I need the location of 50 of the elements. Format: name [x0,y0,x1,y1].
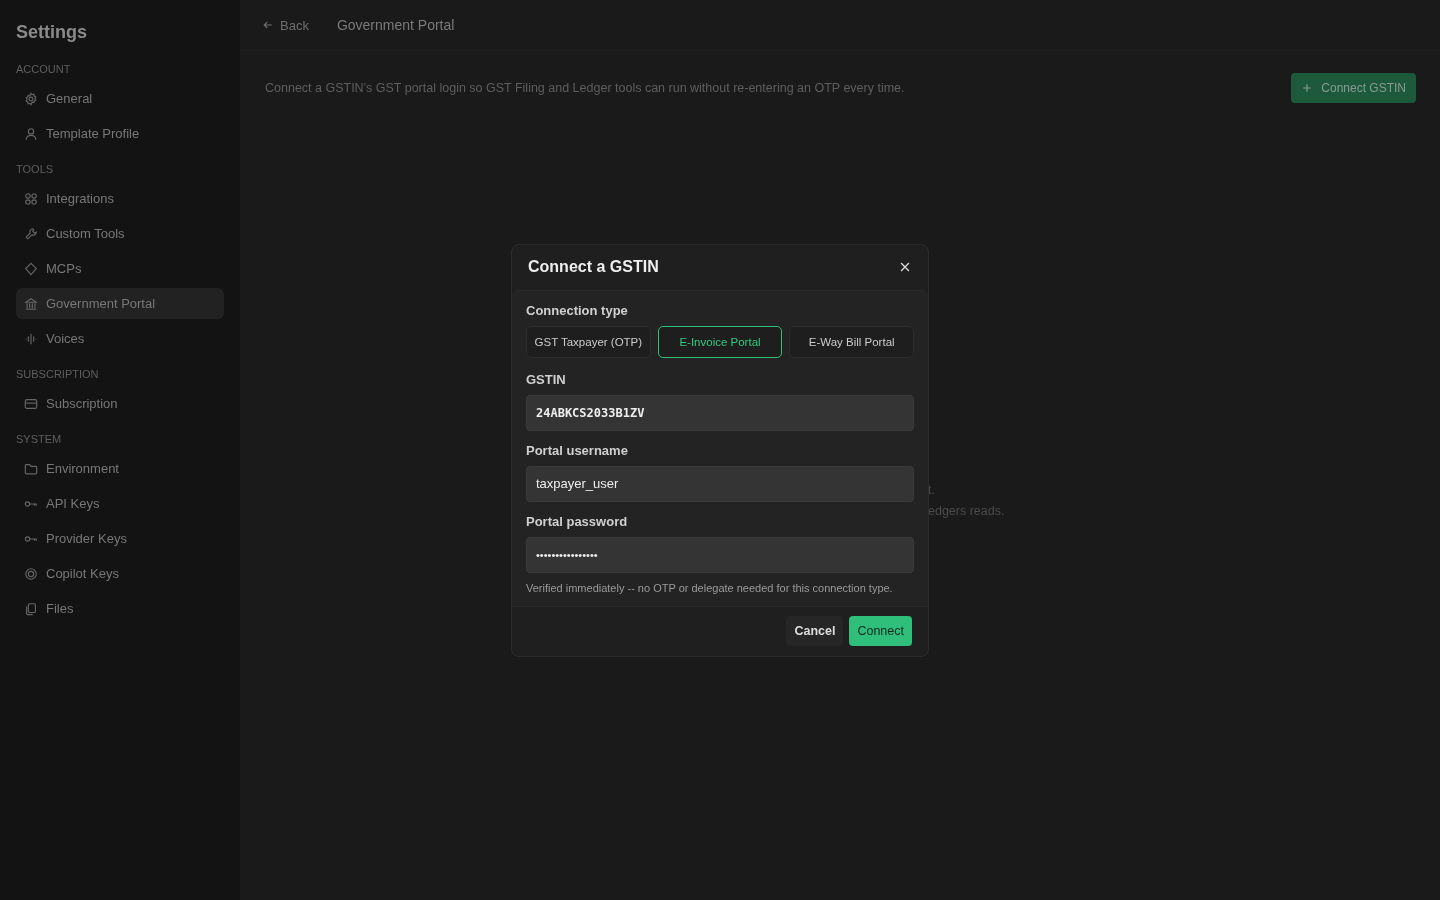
sidebar-item[interactable]: Voices [16,323,224,354]
plus-icon [1301,82,1314,94]
field-label: Connection type [526,302,629,318]
connection-type-option[interactable]: E-Invoice Portal [657,325,783,358]
cancel-button[interactable]: Cancel [786,615,844,646]
connection-type-option[interactable]: E-Way Bill Portal [789,325,914,358]
sidebar-item[interactable]: Provider Keys [16,523,224,554]
description: Connect a GSTIN's GST portal login so GST Filing and Ledger tools can run without re-entering an OTP every time. [265,81,905,95]
wrench-icon [24,226,38,241]
grid-icon [24,191,38,206]
connect-button[interactable]: Connect [849,615,912,646]
input-field[interactable]: taxpayer_user [526,465,914,502]
input-field[interactable]: •••••••••••••••• [526,536,914,573]
page-title: Government Portal [336,17,455,33]
sidebar-item[interactable]: Environment [16,453,224,484]
field-label: Portal password [526,513,629,529]
wave-icon [24,331,38,346]
dialog-title: Connect a GSTIN [528,258,659,276]
target-icon [24,566,38,581]
bank-icon [24,296,38,311]
folder-icon [24,461,38,476]
hint-text: Verified immediately -- no OTP or delegate needed for this connection type. [526,581,894,594]
back-button[interactable]: Back [262,17,309,33]
card-icon [24,396,38,411]
connection-type-option[interactable]: GST Taxpayer (OTP) [526,325,651,358]
diamond-icon [24,261,38,276]
section-heading: TOOLS [16,163,55,175]
sidebar-item[interactable]: Files [16,593,224,624]
sidebar-item[interactable]: Subscription [16,388,224,419]
sidebar-item[interactable]: API Keys [16,488,224,519]
files-icon [24,601,38,616]
field-label: Portal username [526,442,629,458]
person-icon [24,126,38,141]
input-field[interactable]: 24ABKCS2033B1ZV [526,394,914,431]
field-label: GSTIN [526,371,567,387]
arrow-left-icon [262,19,274,31]
sidebar-item[interactable]: Copilot Keys [16,558,224,589]
sidebar-item[interactable]: MCPs [16,253,224,284]
sidebar-item[interactable]: General [16,83,224,114]
sidebar-item[interactable]: Integrations [16,183,224,214]
close-icon [898,260,912,274]
connect-gstin-button[interactable]: Connect GSTIN [1291,73,1416,103]
section-heading: ACCOUNT [16,63,72,75]
sidebar-item[interactable]: Government Portal [16,288,224,319]
gear-icon [24,91,38,106]
section-heading: SYSTEM [16,433,63,445]
sidebar-item[interactable]: Template Profile [16,118,224,149]
section-heading: SUBSCRIPTION [16,368,100,380]
sidebar-item[interactable]: Custom Tools [16,218,224,249]
settings-title: Settings [16,22,88,43]
